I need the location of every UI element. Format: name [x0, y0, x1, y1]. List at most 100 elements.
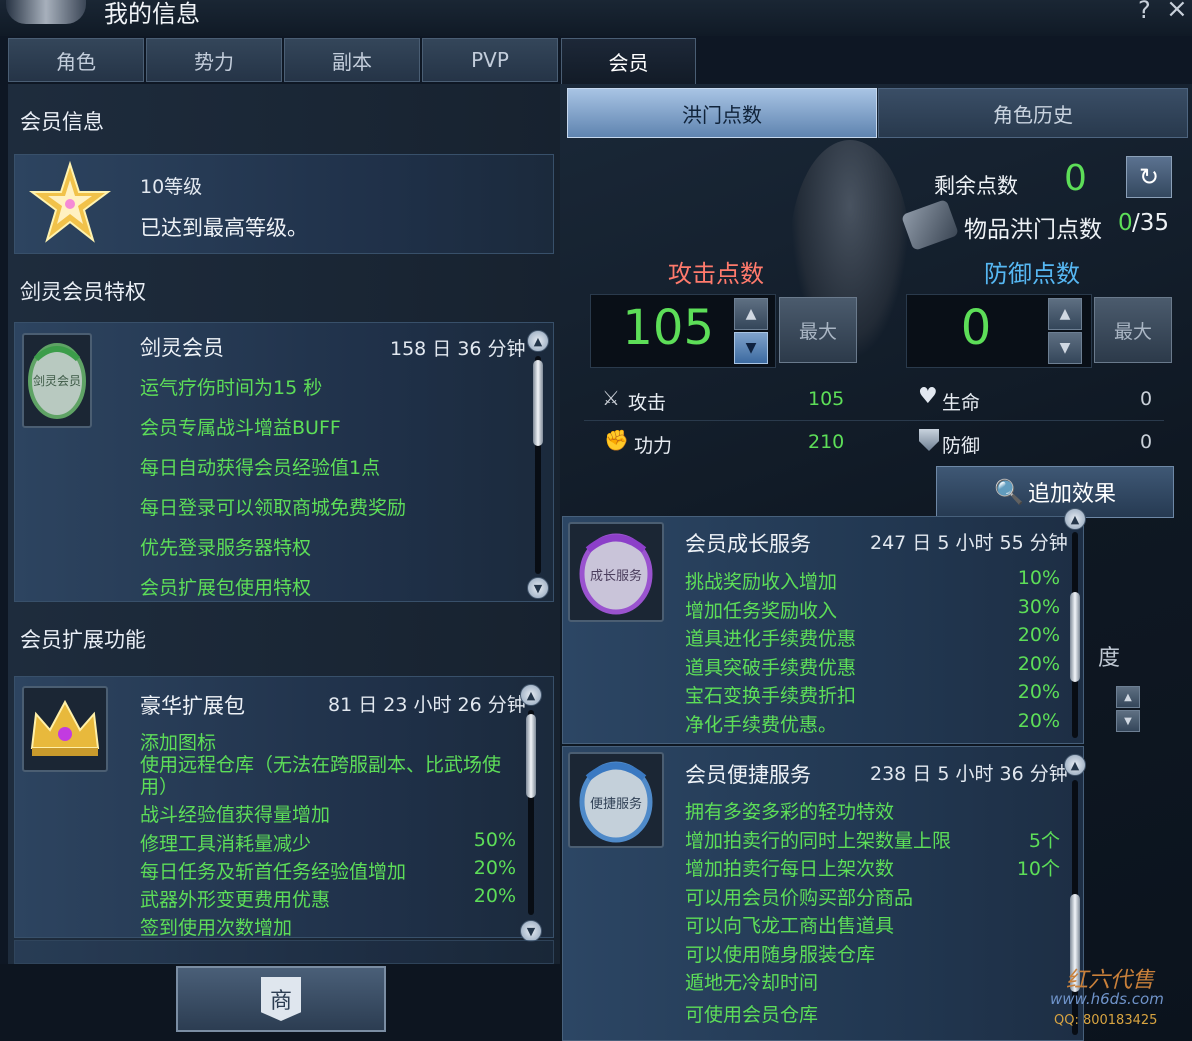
shop-icon: 商: [261, 977, 301, 1021]
stat-defense-label: 防御: [942, 435, 981, 457]
scroll-up-button[interactable]: ▲: [527, 330, 549, 352]
scroll-down-button[interactable]: ▼: [520, 920, 542, 942]
growth-service-token-icon: 成长服务: [568, 522, 664, 622]
privilege-item: 运气疗伤时间为15 秒: [140, 377, 323, 399]
heart-icon: ♥: [918, 384, 938, 409]
magnifier-icon: 🔍: [994, 478, 1024, 506]
growth-item-value: 20%: [1017, 624, 1060, 646]
growth-item: 净化手续费优惠。: [685, 714, 838, 736]
partial-label: 度: [1098, 646, 1121, 671]
item-points-label: 物品洪门点数: [964, 217, 1102, 243]
growth-service-time: 247 日 5 小时 55 分钟: [870, 532, 1068, 554]
convenience-item: 可以使用随身服装仓库: [685, 944, 876, 966]
close-icon[interactable]: ×: [1166, 0, 1188, 24]
tab-character[interactable]: 角色: [8, 38, 144, 82]
next-card-partial: [14, 940, 554, 964]
tab-faction[interactable]: 势力: [146, 38, 282, 82]
item-points-max: /35: [1132, 210, 1170, 236]
convenience-item: 可使用会员仓库: [685, 1004, 819, 1026]
scroll-up-button[interactable]: ▲: [520, 684, 542, 706]
defense-points-value: 0: [960, 300, 992, 356]
defense-increase-button[interactable]: ▲: [1048, 298, 1082, 330]
side-increase-button[interactable]: ▲: [1116, 686, 1140, 708]
title-emblem-icon: [6, 0, 86, 24]
attack-increase-button[interactable]: ▲: [734, 298, 768, 330]
growth-item-value: 20%: [1017, 681, 1060, 703]
convenience-item: 增加拍卖行的同时上架数量上限: [685, 830, 952, 852]
growth-item-value: 20%: [1017, 710, 1060, 732]
privilege-item: 优先登录服务器特权: [140, 537, 312, 559]
remaining-points-label: 剩余点数: [934, 174, 1018, 198]
svg-text:便捷服务: 便捷服务: [590, 796, 642, 812]
extension-time: 81 日 23 小时 26 分钟: [328, 694, 526, 716]
svg-text:剑灵会员: 剑灵会员: [33, 373, 81, 388]
scroll-up-button[interactable]: ▲: [1064, 754, 1086, 776]
defense-max-button[interactable]: 最大: [1094, 297, 1172, 363]
extension-item-value: 20%: [473, 885, 516, 907]
stat-divider: [584, 420, 1164, 421]
extension-item: 签到使用次数增加: [140, 917, 293, 939]
privilege-item: 每日自动获得会员经验值1点: [140, 457, 381, 479]
gold-star-emblem-icon: [26, 160, 114, 248]
add-effect-label: 追加效果: [1027, 482, 1116, 507]
convenience-item: 可以用会员价购买部分商品: [685, 887, 914, 909]
attack-max-button[interactable]: 最大: [779, 297, 857, 363]
defense-decrease-button[interactable]: ▼: [1048, 332, 1082, 364]
extension-item: 战斗经验值获得量增加: [140, 804, 331, 826]
jade-member-token-icon: 剑灵会员: [22, 333, 92, 428]
growth-item-value: 10%: [1017, 567, 1060, 589]
scroll-thumb[interactable]: [1070, 592, 1080, 682]
extension-item: 武器外形变更费用优惠: [140, 889, 331, 911]
watermark-url: www.h6ds.com: [1050, 990, 1164, 1008]
tab-character-history[interactable]: 角色历史: [878, 88, 1188, 138]
reset-icon[interactable]: ↻: [1126, 156, 1172, 198]
crown-icon: [22, 686, 108, 772]
extension-name: 豪华扩展包: [140, 694, 245, 718]
watermark-qq: QQ: 800183425: [1054, 1013, 1158, 1028]
stat-power-value: 210: [808, 431, 845, 453]
extension-title: 会员扩展功能: [20, 628, 146, 652]
member-level: 10等级: [140, 176, 203, 198]
extension-item: 添加图标: [140, 732, 217, 754]
extension-item-value: 50%: [473, 829, 516, 851]
tab-pvp[interactable]: PVP: [422, 38, 558, 82]
scroll-thumb[interactable]: [526, 714, 536, 798]
tab-hongmen-points[interactable]: 洪门点数: [567, 88, 877, 138]
shop-button[interactable]: 商: [176, 966, 386, 1032]
scroll-thumb[interactable]: [533, 360, 543, 446]
convenience-item-value: 10个: [1016, 858, 1060, 880]
privilege-item: 会员专属战斗增益BUFF: [140, 417, 341, 439]
growth-item: 道具突破手续费优惠: [685, 657, 857, 679]
stat-health-label: 生命: [942, 392, 981, 414]
convenience-item: 拥有多姿多彩的轻功特效: [685, 801, 895, 823]
scroll-down-button[interactable]: ▼: [527, 577, 549, 599]
convenience-item: 增加拍卖行每日上架次数: [685, 858, 895, 880]
privileges-title: 剑灵会员特权: [20, 280, 146, 304]
side-decrease-button[interactable]: ▼: [1116, 710, 1140, 732]
convenience-item: 可以向飞龙工商出售道具: [685, 915, 895, 937]
member-info-title: 会员信息: [20, 110, 104, 134]
svg-text:成长服务: 成长服务: [590, 568, 642, 584]
privilege-name: 剑灵会员: [140, 336, 224, 360]
convenience-item: 遁地无冷却时间: [685, 972, 819, 994]
convenience-service-token-icon: 便捷服务: [568, 752, 664, 848]
stat-attack-value: 105: [808, 388, 845, 410]
privilege-item: 会员扩展包使用特权: [140, 577, 312, 599]
stat-defense-value: 0: [1140, 431, 1153, 453]
add-effect-button[interactable]: 🔍 追加效果: [936, 466, 1174, 518]
stat-attack-label: 攻击: [628, 392, 667, 414]
window-title: 我的信息: [104, 0, 200, 28]
attack-decrease-button[interactable]: ▼: [734, 332, 768, 364]
fist-icon: ✊: [604, 428, 629, 452]
tab-member[interactable]: 会员: [561, 38, 696, 84]
extension-item: 使用远程仓库（无法在跨服副本、比武场使用）: [140, 754, 502, 798]
growth-item-value: 30%: [1017, 596, 1060, 618]
help-icon[interactable]: ?: [1138, 0, 1151, 24]
item-points-current: 0: [1118, 210, 1133, 236]
scroll-up-button[interactable]: ▲: [1064, 508, 1086, 530]
extension-item: 每日任务及斩首任务经验值增加: [140, 861, 407, 883]
stat-power-label: 功力: [634, 435, 673, 457]
remaining-points-value: 0: [1064, 158, 1087, 199]
attack-points-value: 105: [622, 300, 714, 356]
tab-dungeon[interactable]: 副本: [284, 38, 420, 82]
